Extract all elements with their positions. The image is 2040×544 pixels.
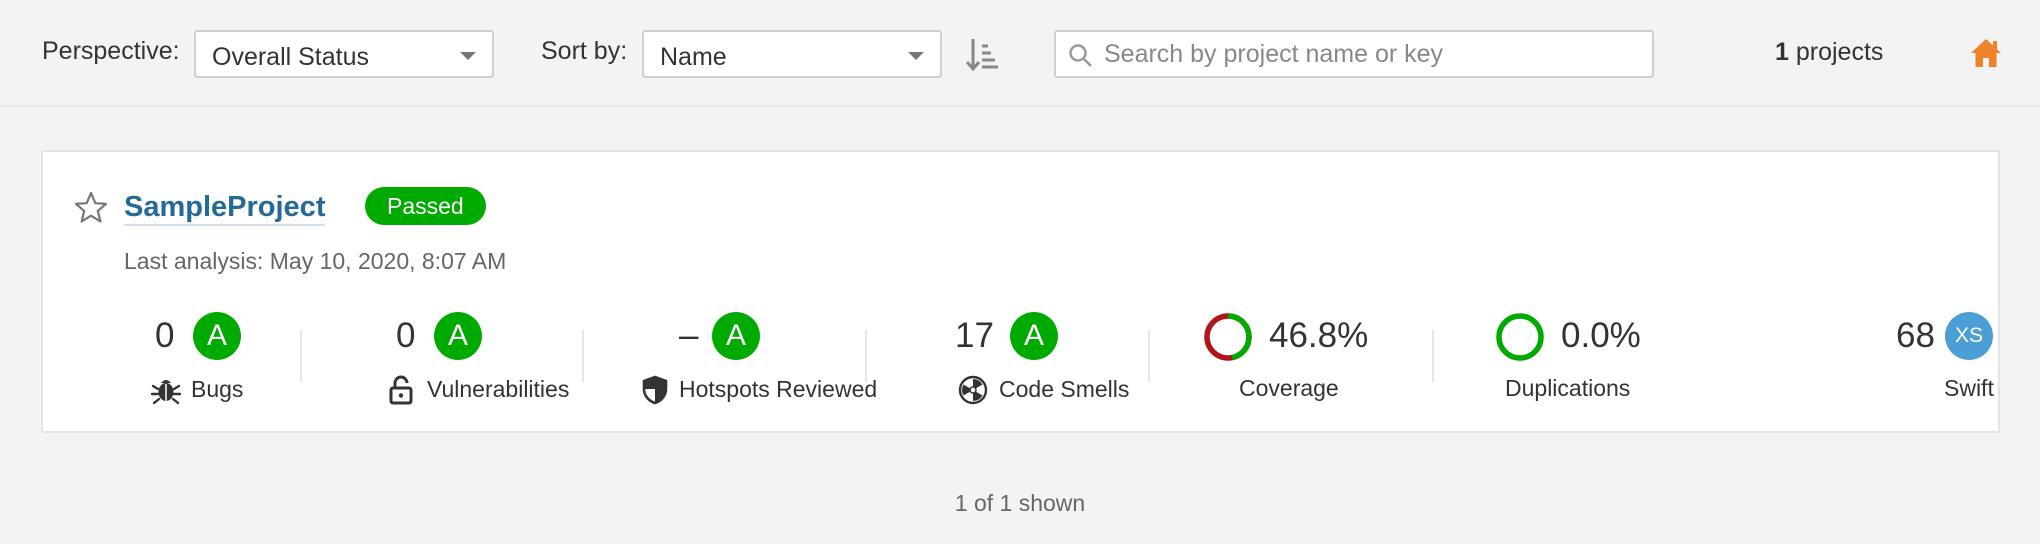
bugs-label: Bugs — [191, 376, 244, 402]
code-smells-label: Code Smells — [999, 376, 1130, 402]
measure-code-smells[interactable]: 17 A Code Smells — [913, 312, 1153, 407]
measure-divider — [300, 330, 302, 382]
search-icon — [1069, 44, 1092, 67]
hotspots-rating: A — [712, 312, 760, 360]
perspective-label: Perspective: — [42, 37, 180, 65]
duplications-donut-chart — [1496, 313, 1544, 361]
chevron-down-icon — [460, 52, 476, 60]
shield-icon — [642, 375, 668, 405]
sort-select[interactable]: Name — [642, 30, 942, 78]
measure-size[interactable]: 68 XS Swift — [1863, 312, 1994, 407]
perspective-select[interactable]: Overall Status — [194, 30, 494, 78]
chevron-down-icon — [908, 52, 924, 60]
search-input[interactable] — [1104, 32, 1644, 76]
code-smells-rating: A — [1010, 312, 1058, 360]
hotspots-value: – — [679, 316, 699, 355]
project-count: 1 projects — [1775, 38, 1883, 67]
vulnerabilities-label: Vulnerabilities — [427, 376, 570, 402]
coverage-value: 46.8% — [1269, 316, 1369, 355]
sort-order-icon[interactable] — [964, 36, 1000, 72]
bugs-value: 0 — [155, 316, 175, 355]
last-analysis-date: Last analysis: May 10, 2020, 8:07 AM — [124, 248, 507, 274]
vulnerabilities-value: 0 — [396, 316, 416, 355]
duplications-label: Duplications — [1505, 375, 1631, 401]
shown-count: 1 of 1 shown — [954, 490, 1086, 516]
measure-coverage[interactable]: 46.8% Coverage — [1203, 312, 1443, 407]
code-smells-value: 17 — [955, 316, 994, 355]
measure-divider — [1432, 330, 1434, 382]
measure-divider — [865, 330, 867, 382]
measure-duplications[interactable]: 0.0% Duplications — [1495, 312, 1725, 407]
bug-icon — [151, 380, 181, 405]
quality-gate-badge: Passed — [365, 187, 486, 225]
measure-divider — [582, 330, 584, 382]
duplications-value: 0.0% — [1561, 316, 1641, 355]
perspective-selected-value: Overall Status — [212, 43, 370, 71]
project-search-box — [1054, 30, 1654, 78]
hotspots-label: Hotspots Reviewed — [679, 376, 878, 402]
measure-hotspots-reviewed[interactable]: – A Hotspots Reviewed — [598, 312, 898, 407]
unlocked-padlock-icon — [389, 375, 413, 405]
favorite-star-icon[interactable] — [73, 190, 109, 226]
coverage-label: Coverage — [1239, 375, 1339, 401]
language-label: Swift — [1944, 375, 1994, 401]
bugs-rating: A — [193, 312, 241, 360]
home-icon[interactable] — [1969, 36, 2003, 70]
project-name-link[interactable]: SampleProject — [124, 190, 326, 226]
measure-vulnerabilities[interactable]: 0 A Vulnerabilities — [343, 312, 593, 407]
size-rating-badge: XS — [1945, 312, 1993, 360]
measure-bugs[interactable]: 0 A Bugs — [113, 312, 293, 407]
filter-toolbar: Perspective: Overall Status Sort by: Nam… — [0, 0, 2040, 107]
lines-of-code-value: 68 — [1896, 316, 1935, 355]
coverage-donut-chart — [1204, 313, 1252, 361]
sort-label: Sort by: — [541, 37, 628, 65]
radiation-icon — [958, 375, 988, 405]
vulnerabilities-rating: A — [434, 312, 482, 360]
measure-divider — [1148, 330, 1150, 382]
sort-selected-value: Name — [660, 43, 727, 71]
project-card: SampleProject Passed Last analysis: May … — [41, 150, 2000, 433]
project-count-number: 1 — [1775, 38, 1789, 66]
project-count-suffix: projects — [1788, 38, 1884, 66]
